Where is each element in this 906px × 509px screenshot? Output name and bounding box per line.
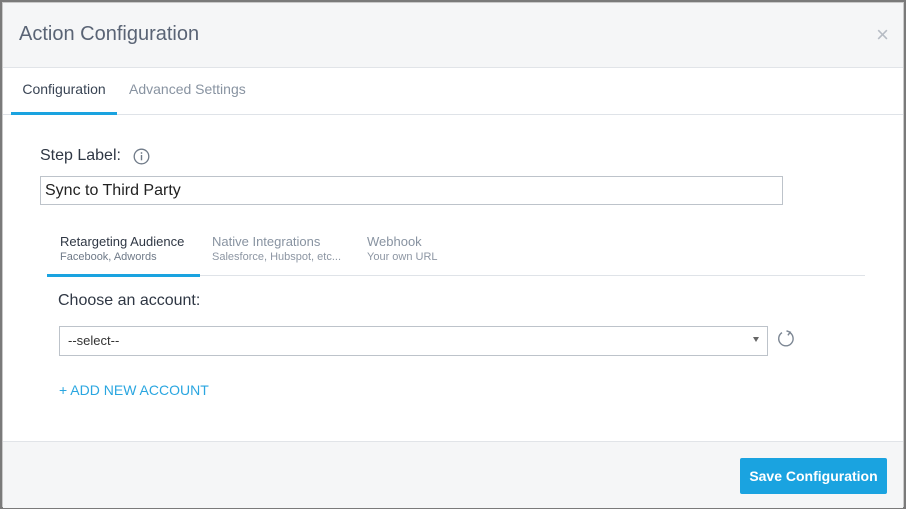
- account-select[interactable]: --select--: [59, 326, 768, 356]
- account-select-value: --select--: [68, 333, 120, 348]
- integration-subtabs: Retargeting Audience Facebook, Adwords N…: [47, 224, 865, 277]
- subtab-subtitle: Salesforce, Hubspot, etc...: [212, 251, 342, 263]
- tab-bar: Configuration Advanced Settings: [3, 68, 903, 115]
- info-icon[interactable]: [133, 148, 150, 165]
- tab-advanced-settings[interactable]: Advanced Settings: [129, 68, 246, 115]
- choose-account-label: Choose an account:: [58, 292, 201, 309]
- subtab-title: Native Integrations: [212, 234, 321, 249]
- refresh-icon[interactable]: [776, 329, 796, 349]
- subtab-subtitle: Facebook, Adwords: [60, 251, 157, 263]
- subtab-subtitle: Your own URL: [367, 251, 438, 263]
- step-label-heading: Step Label:: [40, 147, 121, 164]
- modal-header: Action Configuration ×: [3, 3, 903, 68]
- subtab-native-integrations[interactable]: Native Integrations Salesforce, Hubspot,…: [212, 224, 341, 276]
- modal-body: Step Label: Retargeting Audience Faceboo…: [3, 116, 903, 441]
- chevron-down-icon: [753, 337, 759, 342]
- save-configuration-button[interactable]: Save Configuration: [740, 458, 887, 494]
- close-icon[interactable]: ×: [876, 24, 889, 46]
- subtab-title: Retargeting Audience: [60, 234, 185, 249]
- action-configuration-modal: Action Configuration × Configuration Adv…: [2, 2, 904, 508]
- add-new-account-link[interactable]: + ADD NEW ACCOUNT: [59, 382, 209, 398]
- modal-title: Action Configuration: [19, 23, 200, 45]
- step-label-input[interactable]: [40, 176, 783, 205]
- subtab-retargeting-audience[interactable]: Retargeting Audience Facebook, Adwords: [47, 224, 200, 277]
- subtab-title: Webhook: [367, 234, 422, 249]
- subtab-webhook[interactable]: Webhook Your own URL: [367, 224, 438, 276]
- tab-configuration[interactable]: Configuration: [11, 68, 117, 115]
- modal-footer: Save Configuration: [3, 441, 903, 508]
